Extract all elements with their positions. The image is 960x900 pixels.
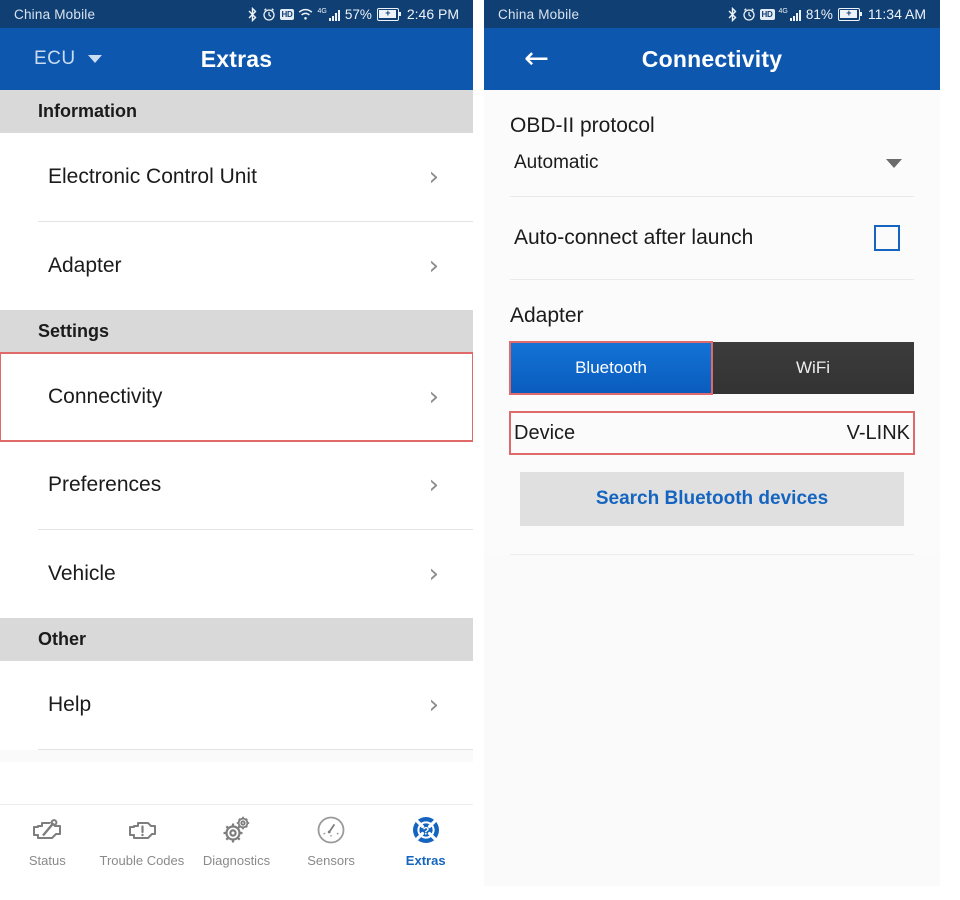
list-item-electronic-control-unit[interactable]: Electronic Control Unit › bbox=[0, 133, 473, 221]
nav-tab-label: Trouble Codes bbox=[99, 853, 185, 868]
ecu-label: ECU bbox=[34, 48, 76, 69]
cellular-signal-icon: 4G bbox=[317, 7, 340, 21]
cellular-signal-icon: 4G bbox=[779, 8, 801, 21]
app-bar-right: ← Connectivity bbox=[484, 28, 940, 90]
page-title: Connectivity bbox=[641, 45, 783, 72]
adapter-label: Adapter bbox=[510, 304, 584, 327]
life-ring-question-icon: ? bbox=[411, 813, 441, 847]
chevron-right-icon: › bbox=[428, 382, 439, 412]
nav-tab-label: Extras bbox=[405, 853, 446, 868]
obd-protocol-value: Automatic bbox=[514, 152, 599, 173]
auto-connect-checkbox[interactable] bbox=[874, 225, 900, 251]
adapter-option-wifi[interactable]: WiFi bbox=[712, 342, 914, 394]
chevron-right-icon: › bbox=[428, 251, 439, 281]
obd-protocol-block: OBD-II protocol Automatic bbox=[484, 90, 940, 196]
chevron-right-icon: › bbox=[428, 559, 439, 589]
section-header-other: Other bbox=[0, 618, 473, 661]
empty-area bbox=[484, 555, 940, 886]
list-bottom-gap bbox=[0, 750, 473, 762]
alarm-icon bbox=[742, 7, 756, 21]
obd-protocol-label: OBD-II protocol bbox=[510, 114, 655, 137]
settings-list: Information Electronic Control Unit › Ad… bbox=[0, 90, 473, 762]
list-item-label: Electronic Control Unit bbox=[48, 165, 257, 188]
alarm-icon bbox=[262, 7, 276, 21]
bottom-navigation: Status Trouble Codes Diagnostics Sensors… bbox=[0, 804, 473, 900]
list-item-preferences[interactable]: Preferences › bbox=[0, 441, 473, 529]
chevron-down-icon bbox=[87, 55, 102, 63]
gauge-icon bbox=[316, 813, 346, 847]
list-item-label: Connectivity bbox=[48, 385, 163, 408]
network-type-label: 4G bbox=[778, 7, 788, 15]
status-bar-left: China Mobile HD 4G 57% + 2:46 PM bbox=[0, 0, 473, 28]
adapter-segmented-control: Bluetooth WiFi bbox=[509, 341, 914, 395]
engine-warning-icon bbox=[125, 813, 159, 847]
list-item-label: Preferences bbox=[48, 473, 162, 496]
nav-tab-status[interactable]: Status bbox=[0, 813, 95, 868]
svg-text:?: ? bbox=[422, 825, 429, 837]
device-row[interactable]: Device V-LINK bbox=[509, 411, 915, 455]
carrier-label: China Mobile bbox=[498, 6, 580, 22]
right-phone-screen: China Mobile HD 4G 81% + 11:34 AM ← Conn… bbox=[484, 0, 940, 886]
status-icons-left: HD 4G 57% + 2:46 PM bbox=[247, 6, 459, 22]
auto-connect-row[interactable]: Auto-connect after launch bbox=[510, 197, 914, 279]
gears-icon bbox=[220, 813, 252, 847]
list-item-vehicle[interactable]: Vehicle › bbox=[0, 530, 473, 618]
wifi-icon bbox=[298, 8, 313, 21]
auto-connect-label: Auto-connect after launch bbox=[514, 226, 754, 249]
clock-label: 11:34 AM bbox=[867, 6, 926, 22]
adapter-option-bluetooth[interactable]: Bluetooth bbox=[509, 341, 713, 395]
nav-tab-extras[interactable]: ? Extras bbox=[378, 813, 473, 868]
connectivity-settings-body: OBD-II protocol Automatic Auto-connect a… bbox=[484, 90, 940, 886]
left-phone-screen: China Mobile HD 4G 57% + 2:46 PM ECU Ext… bbox=[0, 0, 473, 900]
nav-tab-diagnostics[interactable]: Diagnostics bbox=[189, 813, 284, 868]
engine-wrench-icon bbox=[30, 813, 64, 847]
chevron-right-icon: › bbox=[428, 162, 439, 192]
network-type-label: 4G bbox=[317, 7, 327, 15]
ecu-dropdown[interactable]: ECU bbox=[0, 48, 102, 70]
chevron-down-icon bbox=[886, 158, 902, 168]
carrier-label: China Mobile bbox=[14, 6, 96, 22]
battery-icon: + bbox=[376, 7, 401, 21]
back-arrow-icon: ← bbox=[524, 41, 550, 76]
battery-icon: + bbox=[837, 7, 862, 21]
adapter-block: Adapter Bluetooth WiFi Device V-LINK Sea… bbox=[484, 280, 940, 555]
bluetooth-icon bbox=[247, 6, 258, 22]
clock-label: 2:46 PM bbox=[406, 6, 459, 22]
obd-protocol-select[interactable]: Automatic bbox=[510, 138, 914, 196]
nav-tab-sensors[interactable]: Sensors bbox=[284, 813, 379, 868]
list-item-adapter[interactable]: Adapter › bbox=[0, 222, 473, 310]
search-bluetooth-devices-button[interactable]: Search Bluetooth devices bbox=[520, 472, 904, 526]
chevron-right-icon: › bbox=[428, 470, 439, 500]
section-header-settings: Settings bbox=[0, 310, 473, 353]
status-icons-right: HD 4G 81% + 11:34 AM bbox=[727, 6, 926, 22]
auto-connect-block: Auto-connect after launch bbox=[484, 197, 940, 279]
hd-icon: HD bbox=[759, 8, 775, 20]
chevron-right-icon: › bbox=[428, 690, 439, 720]
list-item-label: Vehicle bbox=[48, 562, 116, 585]
nav-tab-label: Sensors bbox=[307, 853, 355, 868]
device-label: Device bbox=[514, 421, 576, 444]
section-header-information: Information bbox=[0, 90, 473, 133]
list-item-label: Adapter bbox=[48, 254, 122, 277]
list-item-label: Help bbox=[48, 693, 92, 716]
battery-percent-label: 81% bbox=[805, 6, 833, 22]
nav-tab-trouble-codes[interactable]: Trouble Codes bbox=[95, 813, 190, 868]
battery-percent-label: 57% bbox=[344, 6, 372, 22]
hd-icon: HD bbox=[279, 8, 295, 20]
device-value: V-LINK bbox=[846, 421, 910, 444]
nav-tab-label: Status bbox=[28, 853, 66, 868]
status-bar-right: China Mobile HD 4G 81% + 11:34 AM bbox=[484, 0, 940, 28]
list-item-connectivity[interactable]: Connectivity › bbox=[0, 352, 473, 442]
nav-tab-label: Diagnostics bbox=[202, 853, 271, 868]
back-button[interactable]: ← bbox=[484, 44, 549, 74]
list-item-help[interactable]: Help › bbox=[0, 661, 473, 749]
bluetooth-icon bbox=[727, 6, 738, 22]
app-bar-left: ECU Extras bbox=[0, 28, 473, 90]
